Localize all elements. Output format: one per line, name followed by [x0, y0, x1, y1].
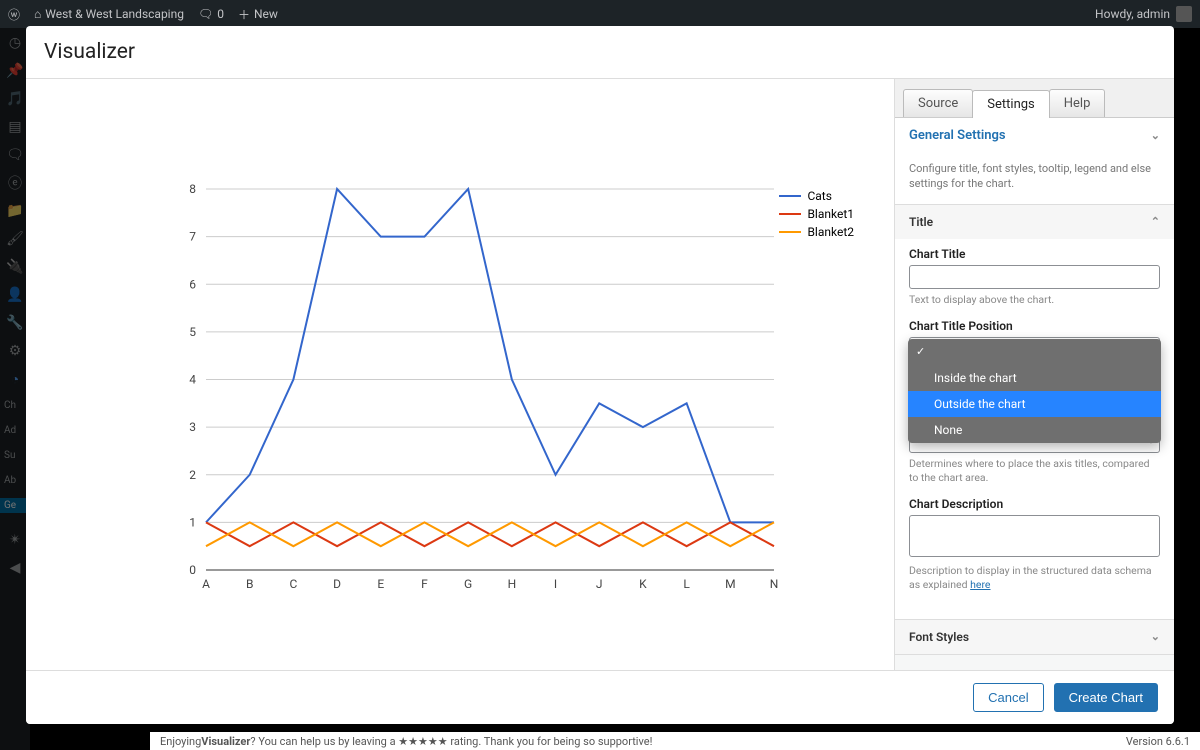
new-label: New [254, 7, 278, 21]
chart-preview-pane: 0 1 2 3 4 5 6 7 8 A B C D E F G H I J K L M N Cats Blanket1 Blan… [26, 79, 894, 670]
svg-text:K: K [639, 577, 647, 591]
general-settings-label: General Settings [909, 128, 1006, 143]
svg-text:0: 0 [189, 563, 196, 577]
comments-count: 0 [217, 7, 224, 21]
sidebar-tabs: Source Settings Help [895, 79, 1174, 118]
svg-text:N: N [770, 577, 779, 591]
title-section-label: Title [909, 215, 933, 229]
line-chart: 0 1 2 3 4 5 6 7 8 A B C D E F G H I J K L M N [26, 79, 894, 670]
chevron-down-icon: ⌄ [1151, 630, 1160, 643]
svg-text:H: H [508, 577, 517, 591]
general-settings-header[interactable]: General Settings ⌄ [895, 118, 1174, 153]
wp-admin-bar: ⓦ ⌂ West & West Landscaping 🗨 0 ＋ New Ho… [0, 0, 1200, 28]
svg-text:8: 8 [189, 182, 196, 196]
comment-icon: 🗨 [198, 7, 213, 21]
svg-text:M: M [725, 577, 735, 591]
chart-title-help: Text to display above the chart. [909, 293, 1160, 307]
svg-text:6: 6 [189, 277, 196, 291]
svg-text:F: F [421, 577, 428, 591]
axes-titles-position-help: Determines where to place the axis title… [909, 457, 1160, 485]
tab-source[interactable]: Source [903, 89, 973, 117]
dropdown-option[interactable]: Inside the chart [908, 365, 1161, 391]
svg-text:2: 2 [189, 468, 196, 482]
settings-sidebar: Source Settings Help General Settings ⌄ … [894, 79, 1174, 670]
chevron-down-icon: ⌄ [1151, 129, 1160, 142]
dropdown-option[interactable]: Outside the chart [908, 391, 1161, 417]
svg-text:1: 1 [189, 515, 196, 529]
svg-text:E: E [377, 577, 384, 591]
legend-item[interactable]: Cats [779, 189, 854, 203]
new-link[interactable]: ＋ New [238, 6, 278, 23]
svg-text:7: 7 [189, 230, 196, 244]
comments-link[interactable]: 🗨 0 [198, 7, 224, 21]
svg-text:L: L [683, 577, 690, 591]
general-settings-desc: Configure title, font styles, tooltip, l… [895, 153, 1174, 204]
wp-version: Version 6.6.1 [1126, 735, 1190, 748]
title-section-header[interactable]: Title ⌃ [895, 205, 1174, 239]
svg-text:G: G [464, 577, 472, 591]
avatar[interactable] [1176, 6, 1192, 22]
tab-help[interactable]: Help [1049, 89, 1106, 117]
visualizer-modal: Visualizer 0 1 2 3 4 5 6 7 8 A B C D E F G H I J K L M N Cats B… [26, 26, 1174, 724]
svg-text:A: A [202, 577, 210, 591]
chart-title-input[interactable] [909, 265, 1160, 289]
banner-text: Enjoying [160, 735, 201, 748]
create-chart-button[interactable]: Create Chart [1054, 683, 1158, 712]
svg-text:J: J [596, 577, 603, 591]
font-styles-label: Font Styles [909, 630, 969, 644]
site-name: West & West Landscaping [45, 7, 184, 21]
chevron-up-icon: ⌃ [1151, 215, 1160, 228]
svg-text:I: I [554, 577, 557, 591]
wp-logo-icon[interactable]: ⓦ [8, 6, 20, 23]
cancel-button[interactable]: Cancel [973, 683, 1043, 712]
chart-title-position-label: Chart Title Position [909, 319, 1160, 333]
desc-help-link[interactable]: here [970, 578, 990, 591]
dropdown-option[interactable]: None [908, 417, 1161, 443]
chart-title-label: Chart Title [909, 247, 1160, 261]
svg-text:C: C [289, 577, 297, 591]
font-styles-section-header[interactable]: Font Styles ⌄ [895, 620, 1174, 654]
legend-item[interactable]: Blanket1 [779, 207, 854, 221]
tab-settings[interactable]: Settings [972, 90, 1049, 118]
howdy-text[interactable]: Howdy, admin [1095, 7, 1170, 21]
chart-description-textarea[interactable] [909, 515, 1160, 557]
desc-help-text: Description to display in the structured… [909, 564, 1152, 591]
chart-title-position-dropdown: Inside the chartOutside the chartNone [908, 339, 1161, 443]
svg-text:3: 3 [189, 420, 196, 434]
chart-legend: Cats Blanket1 Blanket2 [779, 189, 854, 243]
legend-item[interactable]: Blanket2 [779, 225, 854, 239]
dropdown-option[interactable] [908, 339, 1161, 365]
site-home-link[interactable]: ⌂ West & West Landscaping [34, 7, 184, 21]
svg-text:5: 5 [189, 325, 196, 339]
modal-title: Visualizer [26, 26, 1174, 79]
svg-text:B: B [246, 577, 253, 591]
chart-description-help: Description to display in the structured… [909, 564, 1160, 592]
home-icon: ⌂ [34, 7, 41, 21]
banner-text: ? You can help us by leaving a ★★★★★ rat… [250, 735, 652, 748]
banner-plugin-name: Visualizer [201, 735, 250, 748]
svg-text:4: 4 [189, 373, 196, 387]
plus-icon: ＋ [238, 6, 250, 23]
chart-description-label: Chart Description [909, 497, 1160, 511]
footer-banner: Enjoying Visualizer ? You can help us by… [150, 732, 1200, 750]
svg-text:D: D [333, 577, 341, 591]
